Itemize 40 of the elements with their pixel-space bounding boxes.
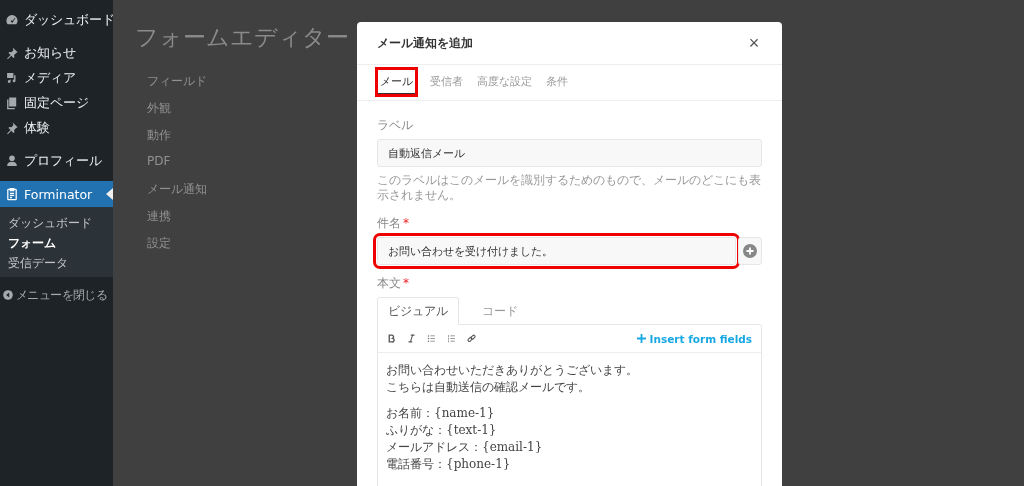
gauge-icon — [5, 13, 19, 27]
plus-circle-icon — [743, 244, 757, 258]
required-mark: * — [403, 216, 409, 230]
submenu-item[interactable]: 受信データ — [0, 253, 113, 273]
sidebar-item[interactable]: Forminator — [0, 181, 113, 207]
field-label: ラベル — [377, 117, 413, 134]
sidebar-item[interactable]: お知らせ — [0, 41, 113, 65]
bullet-list-icon[interactable] — [427, 334, 436, 343]
close-button[interactable]: × — [746, 32, 762, 54]
collapse-menu-button[interactable]: メニューを閉じる — [0, 283, 113, 307]
numbered-list-icon[interactable] — [447, 334, 456, 343]
link-icon[interactable] — [467, 334, 476, 343]
label-input-field[interactable]: 自動返信メール — [377, 139, 762, 167]
pages-icon — [5, 96, 19, 110]
pin-icon — [5, 46, 19, 60]
pin-icon — [5, 121, 19, 135]
modal-title: メール通知を追加 — [377, 34, 473, 52]
sidebar-item[interactable]: 固定ページ — [0, 91, 113, 115]
insert-field-button[interactable] — [738, 237, 762, 265]
plus-icon — [636, 334, 646, 343]
user-icon — [5, 154, 19, 168]
email-body-paragraph: お名前：{name-1} ふりがな：{text-1} メールアドレス：{email-1} 電話番号：{phone-1} — [386, 405, 544, 473]
italic-icon[interactable] — [407, 334, 416, 343]
submenu-item[interactable]: フォーム — [0, 233, 113, 253]
sidebar-item[interactable]: 体験 — [0, 116, 113, 140]
sidebar-item[interactable]: プロフィール — [0, 149, 113, 173]
modal-tab[interactable]: メール — [377, 69, 416, 95]
help-text: このラベルはこのメールを識別するためのもので、メールのどこにも表示されません。 — [377, 173, 762, 203]
page-title: フォームエディター — [135, 23, 349, 52]
field-label: 本文 * — [377, 275, 409, 292]
submenu-item[interactable]: ダッシュボード — [0, 213, 113, 233]
field-label: 件名 * — [377, 215, 409, 232]
required-mark: * — [403, 276, 409, 290]
media-icon — [5, 71, 19, 85]
editor-tab[interactable]: ビジュアル — [377, 297, 459, 325]
sidebar-item[interactable]: メディア — [0, 66, 113, 90]
sidebar-item[interactable]: ダッシュボード — [0, 8, 113, 32]
email-body-paragraph: お問い合わせいただきありがとうございます。 こちらは自動送信の確認メールです。 — [386, 362, 639, 396]
clipboard-icon — [5, 187, 19, 201]
bold-icon[interactable] — [387, 334, 396, 343]
